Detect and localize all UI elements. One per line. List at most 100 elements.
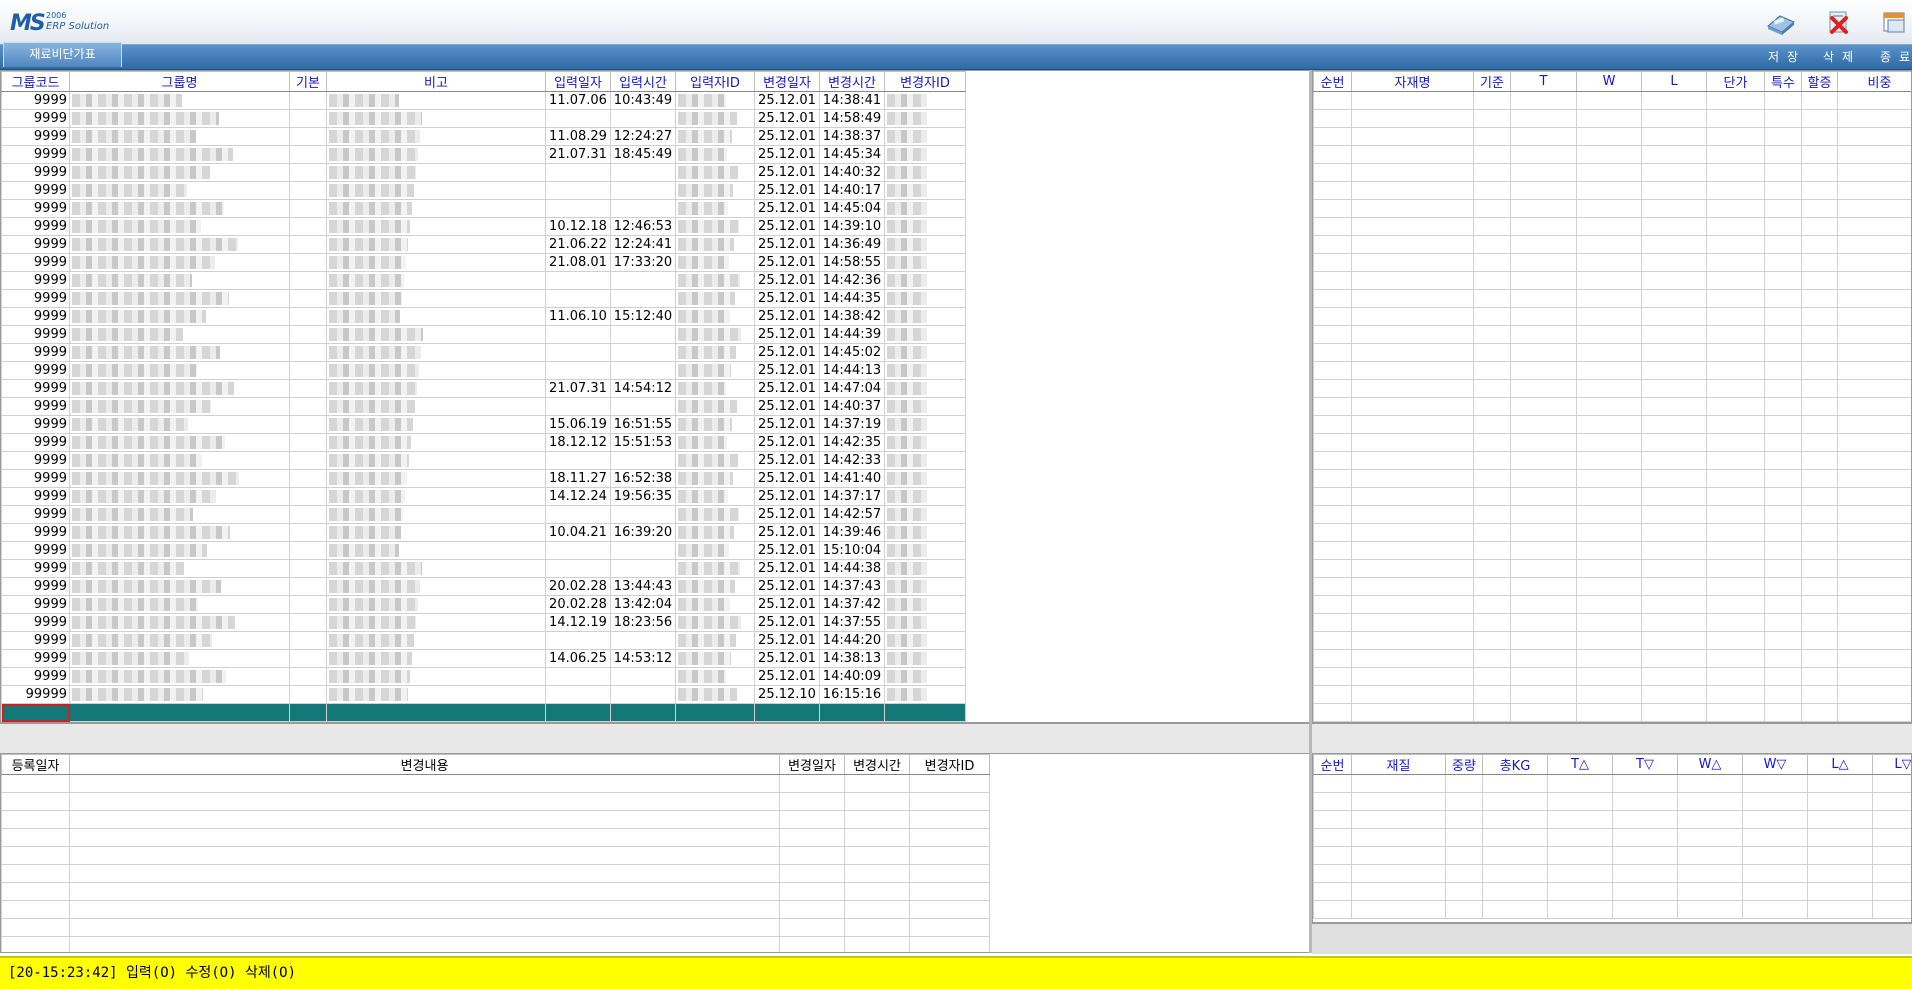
modified-time-cell[interactable]: 14:42:35 [819, 433, 885, 452]
table-row[interactable]: 9999 10.04.21 16:39:20 25.12.01 14:39:46 [1, 523, 966, 542]
grid-cell[interactable] [1, 936, 70, 952]
input-date-cell[interactable]: 21.08.01 [545, 253, 611, 272]
grid-cell[interactable] [1313, 577, 1352, 596]
modified-user-cell[interactable] [884, 667, 966, 686]
grid-cell[interactable] [1482, 846, 1548, 865]
modified-time-cell[interactable]: 14:36:49 [819, 235, 885, 254]
grid-cell[interactable] [1473, 559, 1511, 578]
grid-cell[interactable] [1706, 433, 1765, 452]
grid-cell[interactable] [69, 882, 780, 901]
remark-cell[interactable] [326, 577, 546, 596]
grid-cell[interactable] [1473, 145, 1511, 164]
modified-time-cell[interactable]: 14:47:04 [819, 379, 885, 398]
group-code-cell[interactable]: 9999 [1, 127, 70, 146]
table-row[interactable]: 9999 21.06.22 12:24:41 25.12.01 14:36:49 [1, 235, 966, 254]
group-code-cell[interactable]: 9999 [1, 631, 70, 650]
group-code-cell[interactable]: 9999 [1, 595, 70, 614]
grid-cell[interactable] [1837, 361, 1911, 380]
history-grid[interactable]: 등록일자 변경내용 변경일자 변경시간 변경자ID [0, 753, 1312, 953]
group-name-cell[interactable] [69, 415, 290, 434]
group-code-cell[interactable]: 9999 [1, 253, 70, 272]
grid-cell[interactable] [1473, 415, 1511, 434]
table-row[interactable]: 9999 25.12.01 14:44:39 [1, 325, 966, 344]
grid-cell[interactable] [1706, 163, 1765, 182]
grid-cell[interactable] [1576, 163, 1642, 182]
table-row[interactable] [1313, 469, 1911, 488]
grid-cell[interactable] [1473, 217, 1511, 236]
grid-cell[interactable] [1872, 810, 1911, 829]
modified-date-cell[interactable]: 25.12.01 [754, 397, 820, 416]
grid-cell[interactable] [1801, 667, 1838, 686]
grid-cell[interactable] [1351, 307, 1474, 326]
remark-cell[interactable] [326, 181, 546, 200]
input-time-cell[interactable]: 16:39:20 [610, 523, 676, 542]
grid-cell[interactable] [1764, 181, 1802, 200]
grid-cell[interactable] [1510, 397, 1577, 416]
grid-cell[interactable] [1351, 882, 1446, 901]
grid-cell[interactable] [1351, 91, 1474, 110]
modified-user-cell[interactable] [884, 307, 966, 326]
grid-cell[interactable] [1801, 595, 1838, 614]
grid-cell[interactable] [1351, 631, 1474, 650]
grid-cell[interactable] [1837, 541, 1911, 560]
grid-cell[interactable] [1473, 523, 1511, 542]
modified-time-cell[interactable]: 14:37:55 [819, 613, 885, 632]
modified-user-cell[interactable] [884, 469, 966, 488]
modified-time-cell[interactable]: 14:40:17 [819, 181, 885, 200]
spec-grid-col-header[interactable]: L▽ [1872, 754, 1911, 775]
grid-cell[interactable] [1641, 127, 1707, 146]
grid-cell[interactable] [1313, 649, 1352, 668]
modified-date-cell[interactable]: 25.12.01 [754, 523, 820, 542]
grid-cell[interactable] [1764, 703, 1802, 722]
table-row[interactable]: 9999 18.12.12 15:51:53 25.12.01 14:42:35 [1, 433, 966, 452]
grid-cell[interactable] [69, 900, 780, 919]
table-row[interactable] [1313, 163, 1911, 182]
input-time-cell[interactable]: 18:45:49 [610, 145, 676, 164]
modified-time-cell[interactable]: 14:38:42 [819, 307, 885, 326]
table-row[interactable] [1313, 559, 1911, 578]
grid-cell[interactable] [1742, 864, 1808, 883]
grid-cell[interactable] [1677, 828, 1743, 847]
grid-cell[interactable] [1313, 703, 1352, 722]
grid-cell[interactable] [1547, 828, 1613, 847]
input-date-cell[interactable] [545, 685, 611, 704]
grid-cell[interactable] [1351, 145, 1474, 164]
grid-cell[interactable] [1313, 685, 1352, 704]
input-time-cell[interactable] [610, 451, 676, 470]
grid-cell[interactable] [1837, 415, 1911, 434]
main-grid-col-header[interactable]: 기본 [289, 71, 327, 92]
grid-cell[interactable] [1837, 289, 1911, 308]
modified-time-cell[interactable]: 14:38:41 [819, 91, 885, 110]
grid-cell[interactable] [909, 882, 990, 901]
default-cell[interactable] [289, 307, 327, 326]
input-date-cell[interactable]: 18.11.27 [545, 469, 611, 488]
remark-cell[interactable] [326, 397, 546, 416]
input-time-cell[interactable] [610, 325, 676, 344]
group-code-cell[interactable]: 9999 [1, 415, 70, 434]
selected-new-row[interactable] [1, 703, 966, 722]
save-icon[interactable] [1766, 10, 1796, 36]
table-row[interactable]: 9999 25.12.01 14:42:57 [1, 505, 966, 524]
modified-user-cell[interactable] [884, 415, 966, 434]
grid-cell[interactable] [1351, 163, 1474, 182]
default-cell[interactable] [289, 271, 327, 290]
grid-cell[interactable] [1706, 181, 1765, 200]
grid-cell[interactable] [1351, 199, 1474, 218]
grid-cell[interactable] [1801, 487, 1838, 506]
grid-cell[interactable] [1473, 127, 1511, 146]
grid-cell[interactable] [1, 792, 70, 811]
grid-cell[interactable] [1837, 325, 1911, 344]
input-user-cell[interactable] [675, 379, 755, 398]
input-time-cell[interactable]: 14:53:12 [610, 649, 676, 668]
grid-cell[interactable] [1313, 235, 1352, 254]
table-row[interactable] [1313, 307, 1911, 326]
remark-cell[interactable] [326, 109, 546, 128]
remark-cell[interactable] [326, 253, 546, 272]
grid-cell[interactable] [1837, 109, 1911, 128]
grid-cell[interactable] [1482, 792, 1548, 811]
main-grid-col-header[interactable]: 변경자ID [884, 71, 966, 92]
grid-cell[interactable] [1473, 361, 1511, 380]
grid-cell[interactable] [1641, 271, 1707, 290]
grid-cell[interactable] [1473, 271, 1511, 290]
modified-date-cell[interactable]: 25.12.01 [754, 127, 820, 146]
